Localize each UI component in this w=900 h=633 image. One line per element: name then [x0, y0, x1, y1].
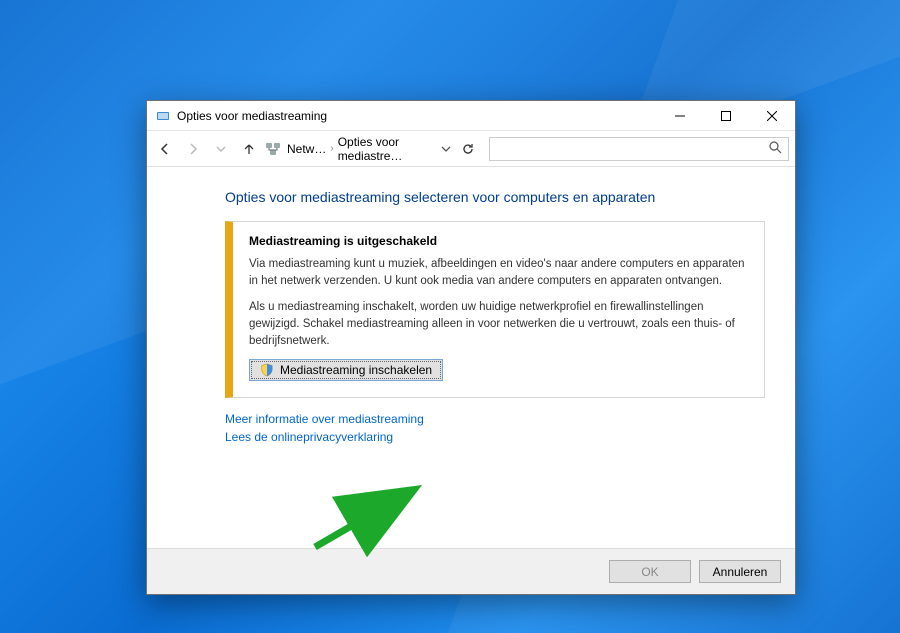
titlebar: Opties voor mediastreaming	[147, 101, 795, 131]
breadcrumb[interactable]: Netw… › Opties voor mediastre…	[265, 135, 477, 163]
refresh-button[interactable]	[459, 137, 477, 161]
close-button[interactable]	[749, 101, 795, 131]
privacy-link[interactable]: Lees de onlineprivacyverklaring	[225, 430, 765, 444]
ok-button[interactable]: OK	[609, 560, 691, 583]
address-chevron-icon[interactable]	[439, 140, 453, 158]
forward-button[interactable]	[181, 137, 205, 161]
recent-chevron-icon[interactable]	[209, 137, 233, 161]
window: Opties voor mediastreaming	[146, 100, 796, 595]
navbar: Netw… › Opties voor mediastre…	[147, 131, 795, 167]
chevron-right-icon: ›	[330, 143, 333, 154]
content: Opties voor mediastreaming selecteren vo…	[147, 167, 795, 548]
cancel-button[interactable]: Annuleren	[699, 560, 781, 583]
info-panel: Mediastreaming is uitgeschakeld Via medi…	[225, 221, 765, 398]
enable-streaming-button[interactable]: Mediastreaming inschakelen	[249, 359, 443, 381]
panel-paragraph-2: Als u mediastreaming inschakelt, worden …	[249, 299, 748, 349]
links: Meer informatie over mediastreaming Lees…	[225, 412, 765, 444]
window-controls	[657, 101, 795, 131]
footer: OK Annuleren	[147, 548, 795, 594]
more-info-link[interactable]: Meer informatie over mediastreaming	[225, 412, 765, 426]
search-input[interactable]	[489, 137, 789, 161]
crumb-level1[interactable]: Netw…	[287, 142, 326, 156]
crumb-level2[interactable]: Opties voor mediastre…	[338, 135, 437, 163]
minimize-button[interactable]	[657, 101, 703, 131]
enable-button-label: Mediastreaming inschakelen	[280, 363, 432, 377]
app-icon	[155, 108, 171, 124]
search-icon	[769, 141, 782, 157]
panel-heading: Mediastreaming is uitgeschakeld	[249, 234, 748, 248]
panel-paragraph-1: Via mediastreaming kunt u muziek, afbeel…	[249, 256, 748, 289]
page-title: Opties voor mediastreaming selecteren vo…	[225, 189, 765, 205]
window-title: Opties voor mediastreaming	[177, 109, 327, 123]
back-button[interactable]	[153, 137, 177, 161]
network-icon	[265, 141, 281, 157]
shield-icon	[260, 363, 274, 377]
maximize-button[interactable]	[703, 101, 749, 131]
up-button[interactable]	[237, 137, 261, 161]
